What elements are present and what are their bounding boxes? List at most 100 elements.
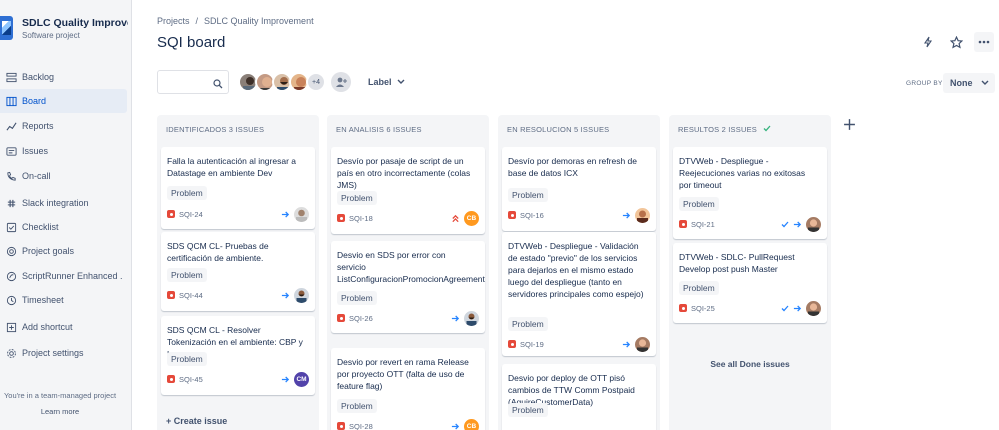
add-column-icon[interactable] [840,115,858,133]
learn-more-link[interactable]: Learn more [0,407,120,416]
done-check-icon [781,221,789,228]
issue-label: Problem [679,197,719,211]
issue-summary: Falla la autenticación al ingresar a Dat… [167,156,296,178]
settings-icon [0,348,22,359]
issue-key[interactable]: SQI-16 [520,211,622,220]
issue-footer: SQI-25 [679,300,821,316]
column-header: EN ANALISIS 6 ISSUES [336,125,422,134]
add-shortcut-icon [0,322,22,333]
priority-medium-icon [451,314,460,323]
sidebar-item-project-settings[interactable]: Project settings [0,341,127,365]
sidebar-item-timesheet[interactable]: Timesheet [0,288,127,312]
avatar-overflow[interactable]: +4 [306,72,326,92]
assignee-avatar[interactable] [806,300,821,316]
issue-label: Problem [167,186,207,200]
issue-footer: SQI-19 [508,336,650,352]
label-filter-dropdown[interactable]: Label [368,77,405,87]
assignee-avatar[interactable] [806,216,821,232]
group-by-dropdown[interactable]: None [943,73,995,93]
assignee-avatar[interactable] [635,336,650,352]
sidebar-item-reports[interactable]: Reports [0,114,127,138]
issue-card[interactable]: SDS QCM CL- Pruebas de certificación de … [161,232,315,311]
issue-label: Problem [508,403,548,417]
assignee-avatar[interactable] [294,287,309,303]
issue-summary: Desvío por demoras en refresh de base de… [508,156,637,178]
priority-medium-icon [281,291,290,300]
star-icon[interactable] [946,32,966,52]
assignee-avatar[interactable]: CB [464,418,479,430]
scriptrunner-icon [0,271,22,282]
breadcrumb: Projects / SDLC Quality Improvement [157,16,314,26]
issue-key[interactable]: SQI-18 [349,214,451,223]
assignee-avatar[interactable] [464,310,479,326]
project-header[interactable]: SDLC Quality Improvem... Software projec… [0,14,132,48]
issue-label: Problem [679,281,719,295]
issue-key[interactable]: SQI-26 [349,314,451,323]
issue-card[interactable]: DTVWeb - Despliegue - Reejecuciones vari… [673,147,827,239]
chevron-down-icon [981,78,989,88]
assignee-avatar[interactable] [635,207,650,223]
assignee-initials: CM [296,375,307,383]
priority-medium-icon [793,304,802,313]
issue-summary: SDS QCM CL- Pruebas de certificación de … [167,241,269,263]
sidebar-item-project-goals[interactable]: Project goals [0,239,127,263]
board-column: EN ANALISIS 6 ISSUES Desvío por pasaje de… [327,115,489,430]
sidebar-item-on-call[interactable]: On-call [0,164,127,188]
issue-key[interactable]: SQI-28 [349,422,451,430]
board-column: IDENTIFICADOS 3 ISSUES Falla la autentica… [157,115,319,430]
breadcrumb-project[interactable]: SDLC Quality Improvement [204,16,314,26]
sidebar-item-add-shortcut[interactable]: Add shortcut [0,315,127,339]
create-issue-button[interactable]: + Create issue [166,416,227,426]
issue-key[interactable]: SQI-44 [179,291,281,300]
sidebar-item-scriptrunner-enhanced[interactable]: ScriptRunner Enhanced ... [0,264,127,288]
automation-icon[interactable] [918,32,938,52]
more-options-icon[interactable] [974,32,994,52]
assignee-avatar[interactable] [294,206,309,222]
issue-card[interactable]: DTVWeb - SDLC- PullRequest Develop post … [673,243,827,323]
issue-key[interactable]: SQI-45 [179,375,281,384]
check-icon [763,125,771,134]
add-people-icon[interactable] [331,72,351,92]
issue-key[interactable]: SQI-21 [691,220,781,229]
bug-icon [337,422,345,430]
issue-card[interactable]: Desvío por pasaje de script de un país e… [331,147,485,234]
sidebar-item-backlog[interactable]: Backlog [0,65,127,89]
assignee-avatar[interactable]: CM [294,371,309,387]
team-managed-note: You're in a team-managed project [3,391,117,400]
issue-key[interactable]: SQI-25 [691,304,781,313]
issue-card[interactable]: Desvio por revert en rama Release por pr… [331,348,485,430]
sidebar-item-checklist[interactable]: Checklist [0,215,127,239]
issue-key[interactable]: SQI-19 [520,340,622,349]
assignee-initials: CB [466,214,477,222]
breadcrumb-projects[interactable]: Projects [157,16,190,26]
search-input[interactable] [157,70,229,94]
issue-card[interactable]: Falla la autenticación al ingresar a Dat… [161,147,315,229]
column-title: EN ANALISIS 6 ISSUES [336,125,422,134]
done-check-icon [781,305,789,312]
issue-summary: DTVWeb - SDLC- PullRequest Develop post … [679,252,795,274]
issue-card[interactable]: DTVWeb - Despliegue - Validación de esta… [502,232,656,356]
on-call-icon [0,171,22,182]
board-column: EN RESOLUCION 5 ISSUES Desvío por demoras… [498,115,660,430]
sidebar-item-label: Board [22,96,47,106]
issue-key[interactable]: SQI-24 [179,210,281,219]
sidebar-item-issues[interactable]: Issues [0,139,127,163]
column-header: IDENTIFICADOS 3 ISSUES [166,125,264,134]
priority-medium-icon [793,220,802,229]
issue-footer: SQI-24 [167,206,309,222]
group-by-label: GROUP BY [906,80,943,87]
assignee-initials: CB [466,422,477,430]
sidebar-item-board[interactable]: Board [0,89,127,113]
issue-card[interactable]: Desvio en SDS por error con servicio Lis… [331,241,485,333]
issue-card[interactable]: Desvio por deploy de OTT pisó cambios de… [502,364,656,430]
priority-medium-icon [281,210,290,219]
issue-card[interactable]: Desvío por demoras en refresh de base de… [502,147,656,231]
issue-label: Problem [337,291,377,305]
assignee-avatar[interactable]: CB [464,210,479,226]
sidebar-item-slack-integration[interactable]: Slack integration [0,191,127,215]
reports-icon [0,121,22,132]
see-all-done-issues-link[interactable]: See all Done issues [669,359,831,369]
issue-summary: Desvio por revert en rama Release por pr… [337,357,469,391]
issue-card[interactable]: SDS QCM CL - Resolver Tokenización en el… [161,316,315,395]
slack-icon [0,198,22,209]
